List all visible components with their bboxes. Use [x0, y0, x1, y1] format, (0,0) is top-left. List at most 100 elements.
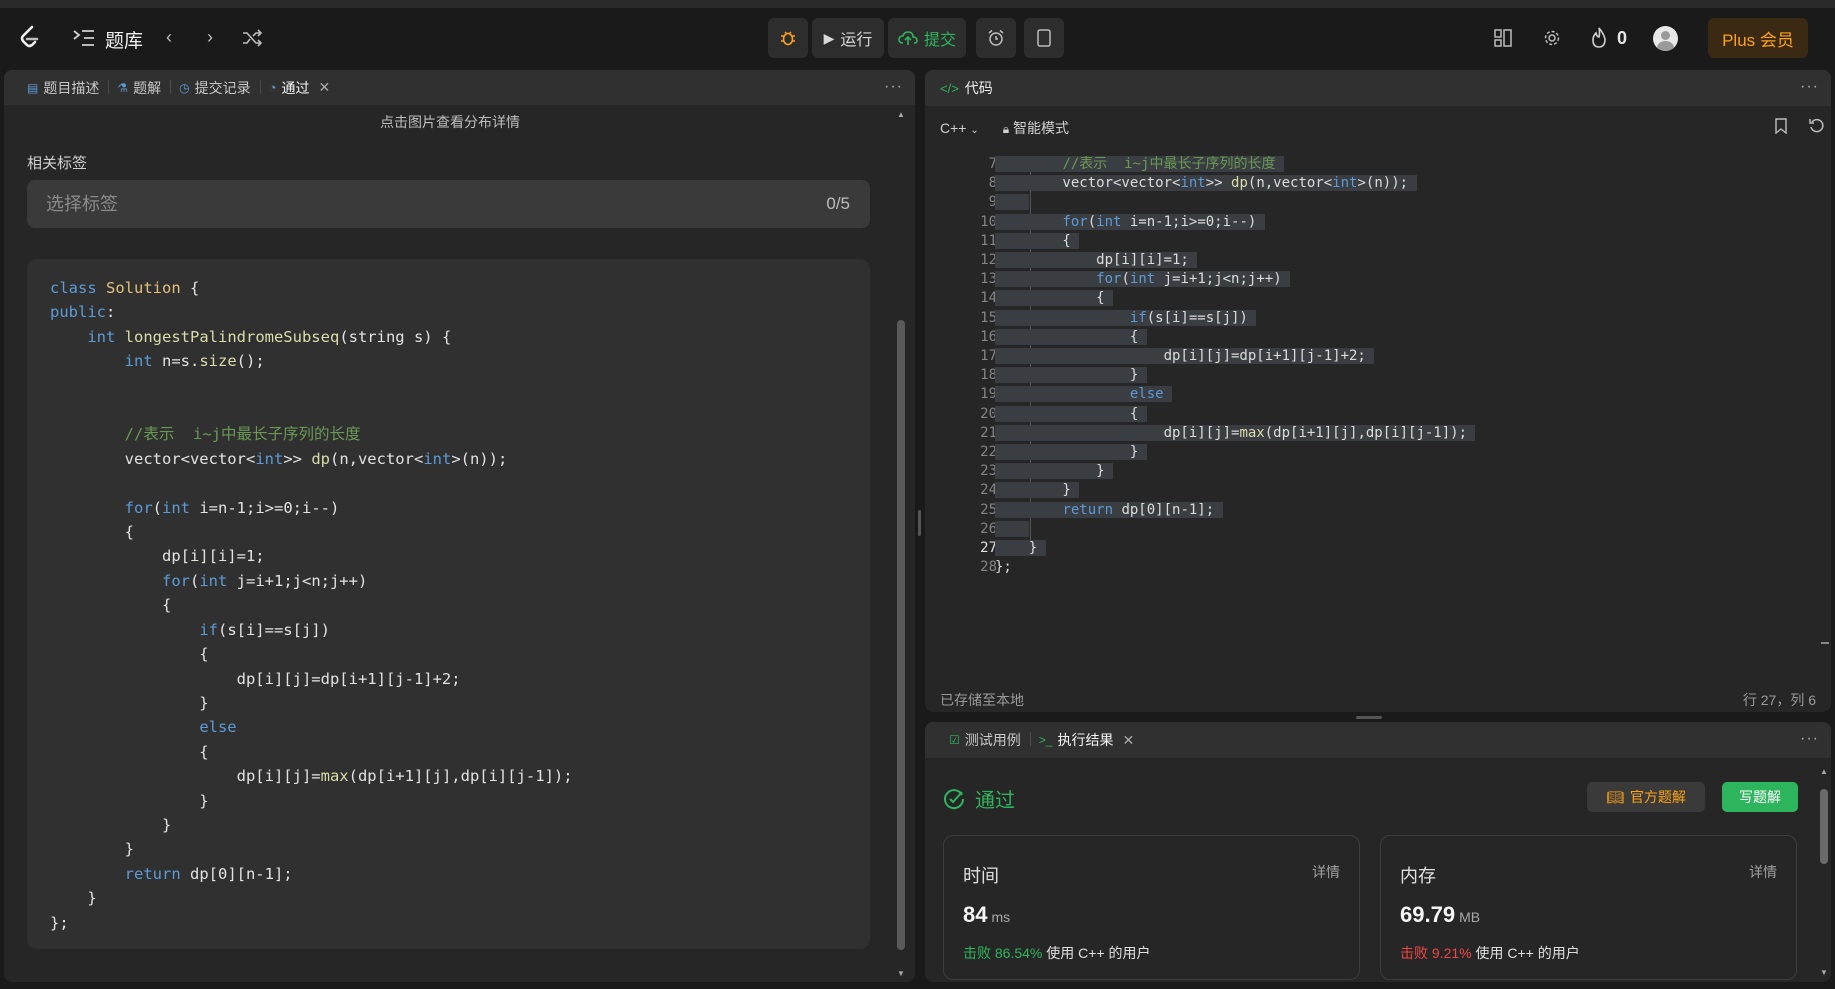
- code-line[interactable]: vector<vector<int>> dp(n,vector<int>(n))…: [995, 173, 1417, 194]
- flask-icon: ⚗: [117, 80, 129, 95]
- code-line[interactable]: [995, 519, 1029, 540]
- check-circle-icon: [944, 788, 965, 809]
- language-select[interactable]: C++ ⌄: [940, 120, 979, 136]
- tab-testcase[interactable]: ☑ 测试用例: [940, 730, 1030, 750]
- tab-accepted[interactable]: ◔ 通过 ✕: [259, 78, 340, 98]
- code-line[interactable]: {: [995, 327, 1147, 348]
- tag-input[interactable]: [27, 180, 787, 228]
- accepted-label: 通过: [975, 790, 1015, 812]
- code-line[interactable]: }: [995, 442, 1147, 463]
- runtime-detail-link[interactable]: 详情: [1312, 862, 1340, 882]
- tab-solutions[interactable]: ⚗ 题解: [108, 78, 170, 98]
- code-editor-panel: </> 代码 ··· C++ ⌄ 🔒︎ 智能模式 7 //表示 i~j中最长子序…: [925, 70, 1831, 712]
- code-line[interactable]: }: [995, 538, 1046, 559]
- code-line[interactable]: dp[i][j]=dp[i+1][j-1]+2;: [995, 346, 1375, 367]
- result-more-icon[interactable]: ···: [1800, 730, 1819, 748]
- code-line[interactable]: {: [995, 404, 1147, 425]
- close-result-icon[interactable]: ✕: [1122, 732, 1134, 749]
- write-solution-button[interactable]: 写题解: [1722, 782, 1798, 812]
- code-line[interactable]: }: [995, 461, 1114, 482]
- plus-membership-button[interactable]: Plus 会员: [1708, 18, 1808, 58]
- runtime-beat-suffix: 使用 C++ 的用户: [1046, 945, 1151, 961]
- result-scroll-thumb[interactable]: [1820, 789, 1828, 864]
- result-tabbar: ☑ 测试用例 >_ 执行结果 ✕: [925, 722, 1831, 758]
- timer-button[interactable]: [976, 18, 1016, 58]
- distribution-hint[interactable]: 点击图片查看分布详情: [4, 112, 896, 132]
- code-line[interactable]: dp[i][j]=max(dp[i+1][j],dp[i][j-1]);: [995, 423, 1476, 444]
- result-scrollbar[interactable]: ▲ ▼: [1819, 767, 1829, 977]
- left-scrollbar[interactable]: ▲ ▼: [895, 110, 907, 978]
- code-line[interactable]: for(int j=i+1;j<n;j++): [995, 269, 1291, 290]
- code-line[interactable]: else: [995, 384, 1173, 405]
- lock-icon: 🔒︎: [1002, 122, 1010, 136]
- submit-button[interactable]: 提交: [888, 18, 966, 58]
- streak-count: 0: [1617, 28, 1628, 48]
- problem-list-icon[interactable]: [73, 29, 95, 47]
- tab-result[interactable]: >_ 执行结果 ✕: [1029, 730, 1143, 750]
- scroll-thumb[interactable]: [897, 320, 905, 950]
- window-strip: [0, 0, 1835, 8]
- run-button[interactable]: ▶ 运行: [812, 18, 884, 58]
- leetcode-logo-icon[interactable]: [16, 24, 42, 50]
- runtime-card[interactable]: 时间 详情 84 ms 击败 86.54% 使用 C++ 的用户: [943, 835, 1360, 980]
- memory-unit: MB: [1459, 909, 1481, 925]
- horizontal-splitter-handle[interactable]: [1356, 716, 1382, 719]
- editor-more-icon[interactable]: ···: [1800, 78, 1819, 96]
- close-tab-icon[interactable]: ✕: [318, 79, 330, 96]
- code-line[interactable]: for(int i=n-1;i>=0;i--): [995, 212, 1265, 233]
- top-navbar: 题库 ‹ › ▶ 运行 提交 0 Plus 会员: [0, 0, 1835, 70]
- result-scroll-down-icon[interactable]: ▼: [1820, 968, 1828, 977]
- clock-icon: ◔: [268, 80, 277, 95]
- cloud-upload-icon: [898, 31, 918, 45]
- shuffle-icon[interactable]: [242, 29, 262, 47]
- memory-detail-link[interactable]: 详情: [1749, 862, 1777, 882]
- result-scroll-up-icon[interactable]: ▲: [1820, 767, 1828, 776]
- prev-problem-icon[interactable]: ‹: [166, 28, 172, 46]
- memory-card[interactable]: 内存 详情 69.79 MB 击败 9.21% 使用 C++ 的用户: [1380, 835, 1797, 980]
- layout-icon[interactable]: [1494, 29, 1512, 47]
- tag-selector[interactable]: 0/5: [27, 180, 870, 228]
- user-avatar[interactable]: [1653, 26, 1678, 51]
- memory-beat-percent: 击败 9.21%: [1400, 945, 1472, 961]
- code-line[interactable]: dp[i][i]=1;: [995, 250, 1198, 271]
- runtime-number: 84: [963, 902, 988, 927]
- smart-mode-toggle[interactable]: 🔒︎ 智能模式: [1003, 118, 1069, 138]
- more-options-icon[interactable]: ···: [884, 78, 903, 96]
- reset-code-icon[interactable]: [1809, 118, 1825, 134]
- vertical-splitter-handle[interactable]: [918, 510, 921, 536]
- settings-gear-icon[interactable]: [1543, 29, 1561, 47]
- bookmark-icon[interactable]: [1775, 118, 1787, 134]
- editor-scrollbar[interactable]: [1821, 240, 1829, 644]
- runtime-unit: ms: [991, 909, 1011, 925]
- runtime-beats: 击败 86.54% 使用 C++ 的用户: [963, 943, 1151, 963]
- next-problem-icon[interactable]: ›: [207, 28, 213, 46]
- code-line[interactable]: {: [995, 288, 1114, 309]
- code-line[interactable]: return dp[0][n-1];: [995, 500, 1223, 521]
- debug-button[interactable]: [768, 18, 808, 58]
- code-line[interactable]: if(s[i]==s[j]): [995, 308, 1257, 329]
- code-line[interactable]: }: [995, 365, 1147, 386]
- cursor-position: 行 27，列 6: [1742, 692, 1816, 708]
- official-solution-button[interactable]: 📖︎ 官方题解: [1587, 782, 1705, 812]
- streak-flame-icon[interactable]: [1590, 27, 1608, 49]
- code-line[interactable]: [995, 192, 1029, 213]
- code-line[interactable]: {: [995, 231, 1080, 252]
- save-status: 已存储至本地: [940, 692, 1024, 708]
- scroll-up-icon[interactable]: ▲: [897, 110, 905, 119]
- notes-button[interactable]: [1024, 18, 1064, 58]
- editor-title: 代码: [964, 80, 993, 96]
- left-panel: ▤ 题目描述 ⚗ 题解 ◷ 提交记录 ◔ 通过 ✕ ··· 点击图片查看分布详情…: [4, 70, 915, 982]
- code-line[interactable]: //表示 i~j中最长子序列的长度: [995, 154, 1284, 175]
- tab-description[interactable]: ▤ 题目描述: [18, 78, 108, 98]
- problem-list-title[interactable]: 题库: [105, 26, 143, 53]
- tab-testcase-label: 测试用例: [964, 732, 1021, 748]
- official-solution-label: 官方题解: [1629, 789, 1686, 805]
- tab-result-label: 执行结果: [1057, 732, 1114, 748]
- runtime-label: 时间: [963, 866, 999, 886]
- bug-icon: [781, 31, 795, 46]
- scroll-down-icon[interactable]: ▼: [897, 969, 905, 978]
- tab-submissions[interactable]: ◷ 提交记录: [170, 78, 259, 98]
- code-line[interactable]: }: [995, 480, 1080, 501]
- code-editor[interactable]: 7 //表示 i~j中最长子序列的长度 8 vector<vector<int>…: [925, 148, 1831, 668]
- code-line[interactable]: };: [995, 557, 1012, 578]
